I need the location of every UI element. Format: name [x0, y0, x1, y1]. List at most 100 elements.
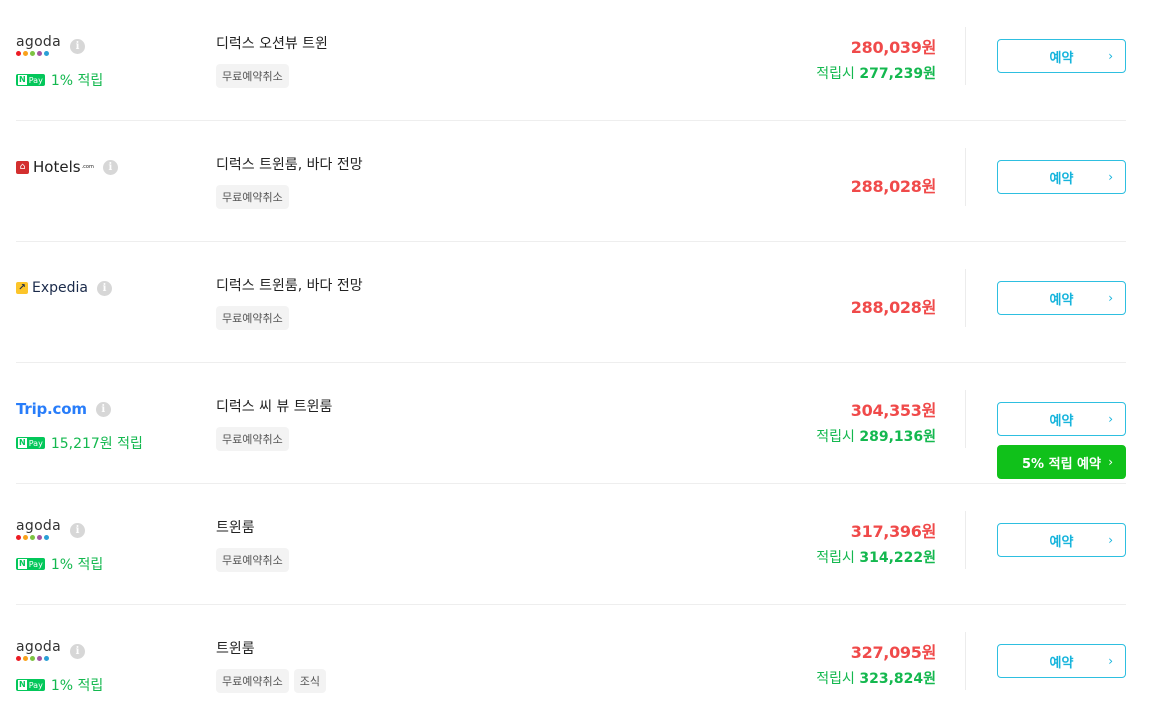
price-block: 327,095원 적립시 323,824원: [816, 639, 936, 688]
agoda-logo-text: agoda: [16, 639, 61, 655]
room-tags: 무료예약취소: [216, 64, 328, 88]
info-icon[interactable]: i: [97, 280, 112, 296]
price-value: 288,028원: [850, 177, 937, 196]
reserve-button[interactable]: 예약 ›: [997, 160, 1126, 194]
reserve-button-label: 예약: [1049, 413, 1074, 429]
info-icon[interactable]: i: [70, 522, 85, 538]
point-price-value: 289,136원: [859, 429, 936, 445]
npay-icon-n: N: [18, 680, 27, 690]
divider: [965, 390, 966, 448]
divider: [965, 148, 966, 206]
price-block: 304,353원적립시 289,136원: [816, 397, 936, 446]
room-info: 디럭스 트윈룸, 바다 전망 무료예약취소: [216, 275, 363, 330]
price-block: 288,028원: [850, 155, 937, 197]
offer-list: agoda i N Pay 1% 적립 디럭스 오션뷰 트윈 무료예약취소 280,039원 적…: [16, 0, 1126, 725]
point-price-label: 적립시: [816, 550, 855, 566]
reserve-button[interactable]: 예약 ›: [997, 402, 1126, 436]
expedia-logo-text: Expedia: [32, 280, 88, 296]
npay-reward: N Pay 1% 적립: [16, 554, 196, 574]
room-tag: 무료예약취소: [216, 427, 289, 451]
offer-row: ↗ Expedia i 디럭스 트윈룸, 바다 전망 무료예약취소 288,028원 예약 ›: [16, 242, 1126, 363]
room-info: 트윈룸 무료예약취소 조식: [216, 638, 326, 693]
room-name: 디럭스 오션뷰 트윈: [216, 36, 328, 52]
chevron-right-icon: ›: [1108, 654, 1113, 668]
agoda-logo: agoda: [16, 639, 61, 661]
room-tags: 무료예약취소: [216, 306, 363, 330]
npay-reward-text: 1% 적립: [50, 557, 104, 573]
npay-reward: N Pay 1% 적립: [16, 675, 196, 695]
provider-logo: agoda i: [16, 514, 196, 546]
reserve-actions: 예약 ›: [997, 281, 1126, 315]
provider-logo: ⌂ Hotels .com i: [16, 151, 196, 183]
agoda-logo: agoda: [16, 518, 61, 540]
reserve-button[interactable]: 예약 ›: [997, 644, 1126, 678]
point-price-label: 적립시: [816, 429, 855, 445]
chevron-right-icon: ›: [1108, 170, 1113, 184]
point-price: 적립시 277,239원: [816, 63, 936, 83]
npay-reward-text: 15,217원 적립: [50, 436, 143, 452]
provider-block: agoda i N Pay 1% 적립: [16, 514, 196, 574]
info-icon[interactable]: i: [70, 643, 85, 659]
reserve-button[interactable]: 예약 ›: [997, 281, 1126, 315]
trip-logo-text: Trip.com: [16, 400, 87, 418]
room-tag: 무료예약취소: [216, 64, 289, 88]
room-tags: 무료예약취소: [216, 185, 363, 209]
room-tags: 무료예약취소: [216, 427, 332, 451]
room-info: 디럭스 씨 뷰 트윈룸무료예약취소: [216, 396, 332, 451]
agoda-logo-dots: [16, 535, 61, 540]
npay-reward: N Pay 1% 적립: [16, 70, 196, 90]
provider-logo: agoda i: [16, 30, 196, 62]
reserve-actions: 예약 ›: [997, 523, 1126, 557]
chevron-right-icon: ›: [1108, 533, 1113, 547]
npay-reserve-button[interactable]: 5% 적립 예약 ›: [997, 445, 1126, 479]
npay-icon: N Pay: [16, 437, 45, 449]
expedia-logo-icon: ↗: [16, 282, 28, 294]
info-icon[interactable]: i: [95, 401, 111, 417]
offer-row: agoda i N Pay 1% 적립 트윈룸무료예약취소 317,396원적립시 314,…: [16, 484, 1126, 605]
reserve-button[interactable]: 예약 ›: [997, 39, 1126, 73]
price-value: 304,353원: [850, 401, 937, 420]
reserve-button-label: 예약: [1049, 292, 1074, 308]
chevron-right-icon: ›: [1108, 455, 1113, 469]
chevron-right-icon: ›: [1108, 291, 1113, 305]
offer-row: agoda i N Pay 1% 적립 디럭스 오션뷰 트윈 무료예약취소 280,039원 적…: [16, 0, 1126, 121]
price-value: 327,095원: [850, 643, 937, 662]
hotels-logo-text: Hotels: [33, 158, 81, 176]
point-price-label: 적립시: [816, 66, 855, 82]
npay-reward-text: 1% 적립: [50, 678, 104, 694]
reserve-button[interactable]: 예약 ›: [997, 523, 1126, 557]
npay-icon: N Pay: [16, 558, 45, 570]
room-name: 디럭스 씨 뷰 트윈룸: [216, 399, 333, 415]
room-tag: 무료예약취소: [216, 548, 289, 572]
reserve-button-label: 예약: [1049, 171, 1074, 187]
provider-logo: Trip.com i: [16, 393, 196, 425]
agoda-logo-text: agoda: [16, 34, 61, 50]
chevron-right-icon: ›: [1108, 412, 1113, 426]
npay-icon: N Pay: [16, 74, 45, 86]
npay-icon-n: N: [18, 75, 27, 85]
room-tag: 무료예약취소: [216, 669, 289, 693]
room-tag: 조식: [293, 669, 326, 693]
provider-block: agoda i N Pay 1% 적립: [16, 635, 196, 695]
reserve-button-label: 예약: [1049, 534, 1074, 550]
reserve-actions: 예약 ›: [997, 644, 1126, 678]
price-value: 317,396원: [850, 522, 937, 541]
room-name: 트윈룸: [216, 520, 255, 536]
point-price-value: 314,222원: [859, 550, 936, 566]
hotels-logo-suffix: .com: [81, 164, 94, 170]
hotels-logo-icon: ⌂: [16, 160, 29, 174]
npay-icon: N Pay: [16, 679, 45, 691]
provider-block: ↗ Expedia i: [16, 272, 196, 304]
agoda-logo-text: agoda: [16, 518, 61, 534]
price-value: 288,028원: [850, 298, 937, 317]
reserve-actions: 예약 ›: [997, 39, 1126, 73]
room-tag: 무료예약취소: [216, 185, 289, 209]
reserve-actions: 예약 › 5% 적립 예약 ›: [997, 402, 1126, 479]
offer-row: ⌂ Hotels .com i 디럭스 트윈룸, 바다 전망 무료예약취소 288,028원…: [16, 121, 1126, 242]
offer-row: Trip.com i N Pay 15,217원 적립 디럭스 씨 뷰 트윈룸무료예약취소…: [16, 363, 1126, 484]
point-price: 적립시 289,136원: [816, 426, 936, 446]
npay-reserve-button-label: 5% 적립 예약: [1022, 456, 1101, 472]
info-icon[interactable]: i: [70, 38, 85, 54]
point-price-label: 적립시: [816, 671, 855, 687]
info-icon[interactable]: i: [102, 159, 118, 175]
